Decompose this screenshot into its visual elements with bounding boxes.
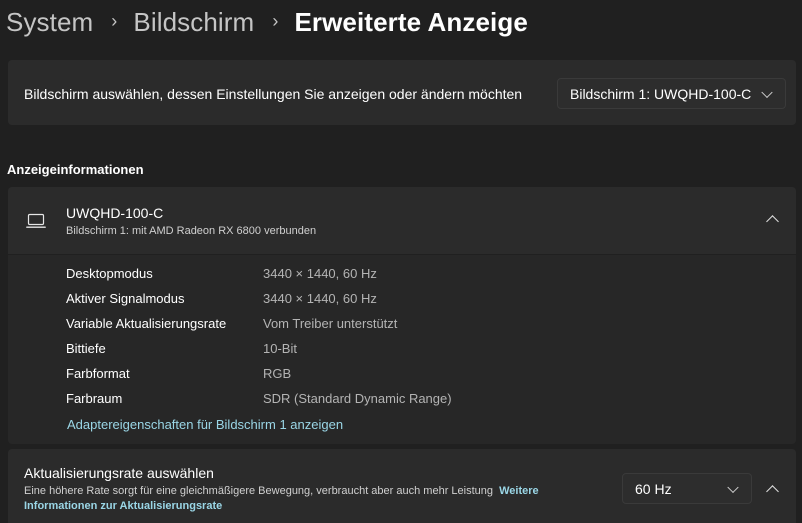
info-row: Variable Aktualisierungsrate Vom Treiber…	[66, 316, 397, 336]
info-key: Bittiefe	[66, 341, 106, 356]
info-row: Farbraum SDR (Standard Dynamic Range)	[66, 391, 452, 411]
display-info-header[interactable]: UWQHD-100-C Bildschirm 1: mit AMD Radeon…	[8, 187, 796, 254]
display-name: UWQHD-100-C	[66, 205, 164, 221]
info-value: SDR (Standard Dynamic Range)	[263, 391, 452, 406]
info-value: 10-Bit	[263, 341, 297, 356]
info-key: Desktopmodus	[66, 266, 153, 281]
chevron-down-icon	[727, 481, 739, 493]
refresh-rate-card: Aktualisierungsrate auswählen Eine höher…	[8, 449, 796, 523]
info-value: 3440 × 1440, 60 Hz	[263, 291, 377, 306]
refresh-rate-value: 60 Hz	[635, 480, 672, 497]
display-select-card: Bildschirm auswählen, dessen Einstellung…	[8, 60, 796, 125]
info-key: Farbformat	[66, 366, 130, 381]
display-info-body: Desktopmodus 3440 × 1440, 60 Hz Aktiver …	[8, 255, 796, 444]
adapter-properties-link[interactable]: Adaptereigenschaften für Bildschirm 1 an…	[67, 417, 343, 432]
info-key: Variable Aktualisierungsrate	[66, 316, 227, 331]
chevron-down-icon	[761, 86, 773, 98]
display-select-value: Bildschirm 1: UWQHD-100-C	[570, 85, 752, 102]
info-row: Aktiver Signalmodus 3440 × 1440, 60 Hz	[66, 291, 377, 311]
info-row: Bittiefe 10-Bit	[66, 341, 297, 361]
info-value: RGB	[263, 366, 292, 381]
info-row: Farbformat RGB	[66, 366, 291, 386]
breadcrumb-system[interactable]: System	[6, 7, 93, 38]
chevron-up-icon[interactable]	[766, 215, 779, 228]
display-select-dropdown[interactable]: Bildschirm 1: UWQHD-100-C	[557, 78, 786, 109]
display-select-label: Bildschirm auswählen, dessen Einstellung…	[24, 86, 523, 102]
breadcrumb-separator: ›	[111, 10, 118, 31]
chevron-up-icon[interactable]	[766, 485, 779, 498]
info-value: 3440 × 1440, 60 Hz	[263, 266, 377, 281]
info-key: Farbraum	[66, 391, 123, 406]
info-key: Aktiver Signalmodus	[66, 291, 185, 306]
info-value: Vom Treiber unterstützt	[263, 316, 398, 331]
laptop-icon	[26, 213, 46, 228]
info-row: Desktopmodus 3440 × 1440, 60 Hz	[66, 266, 377, 286]
display-subtitle: Bildschirm 1: mit AMD Radeon RX 6800 ver…	[66, 225, 317, 237]
refresh-rate-description-text: Eine höhere Rate sorgt für eine gleichmä…	[24, 485, 493, 497]
refresh-rate-dropdown[interactable]: 60 Hz	[622, 473, 752, 504]
refresh-rate-description: Eine höhere Rate sorgt für eine gleichmä…	[24, 484, 599, 514]
page-title: Erweiterte Anzeige	[294, 6, 528, 37]
section-title: Anzeigeinformationen	[7, 162, 144, 177]
breadcrumb: System › Bildschirm › Erweiterte Anzeige	[6, 4, 528, 40]
refresh-rate-title: Aktualisierungsrate auswählen	[24, 465, 214, 481]
breadcrumb-bildschirm[interactable]: Bildschirm	[133, 7, 254, 38]
breadcrumb-separator: ›	[272, 10, 279, 31]
